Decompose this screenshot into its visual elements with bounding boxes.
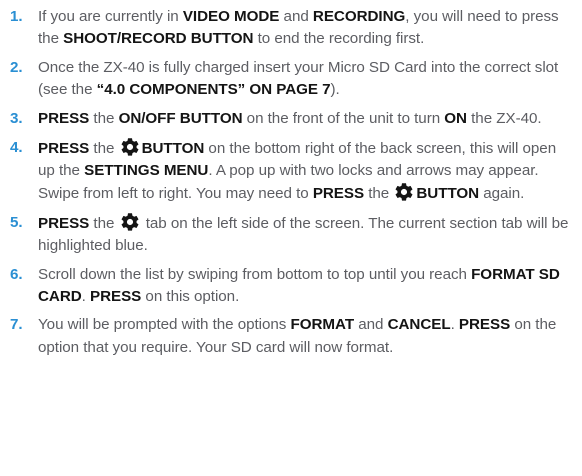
shoot-record-button-term: SHOOT/RECORD BUTTON xyxy=(63,30,254,48)
step-text: If you are currently in VIDEO MODE and R… xyxy=(38,8,559,48)
on-off-button-term: ON/OFF BUTTON xyxy=(118,109,243,127)
step-2: 2. Once the ZX-40 is fully charged inser… xyxy=(10,57,570,101)
cancel-option-term: CANCEL xyxy=(387,316,451,334)
step-text: PRESS the ON/OFF BUTTON on the front of … xyxy=(38,109,542,127)
step-5: 5. PRESS the tab on the left side of the… xyxy=(10,212,570,257)
step-number: 5. xyxy=(10,213,23,231)
gear-icon xyxy=(394,182,414,202)
step-number: 6. xyxy=(10,265,23,283)
press-term: PRESS xyxy=(312,184,365,202)
instructions-page: 1. If you are currently in VIDEO MODE an… xyxy=(0,0,582,476)
step-1: 1. If you are currently in VIDEO MODE an… xyxy=(10,6,570,50)
press-term: PRESS xyxy=(38,214,90,232)
step-number: 2. xyxy=(10,58,23,76)
step-4: 4. PRESS the BUTTON on the bottom right … xyxy=(10,137,570,206)
components-page-reference: “4.0 COMPONENTS” ON PAGE 7 xyxy=(96,81,331,99)
video-mode-term: VIDEO MODE xyxy=(182,8,280,25)
gear-icon xyxy=(120,137,140,157)
step-3: 3. PRESS the ON/OFF BUTTON on the front … xyxy=(10,108,570,130)
step-number: 1. xyxy=(10,8,23,25)
recording-term: RECORDING xyxy=(312,8,406,25)
step-text: Once the ZX-40 is fully charged insert y… xyxy=(38,58,559,99)
settings-button-term: BUTTON xyxy=(141,139,205,157)
on-term: ON xyxy=(444,109,467,127)
gear-icon xyxy=(120,212,140,232)
press-term: PRESS xyxy=(458,316,511,334)
step-7: 7. You will be prompted with the options… xyxy=(10,314,570,358)
press-term: PRESS xyxy=(90,287,142,305)
format-steps-list: 1. If you are currently in VIDEO MODE an… xyxy=(10,6,570,359)
step-number: 7. xyxy=(10,316,23,334)
step-number: 3. xyxy=(10,109,23,127)
step-text: PRESS the tab on the left side of the sc… xyxy=(38,212,569,254)
format-option-term: FORMAT xyxy=(290,316,355,334)
press-term: PRESS xyxy=(38,109,90,127)
settings-button-term: BUTTON xyxy=(416,184,480,202)
step-text: You will be prompted with the options FO… xyxy=(38,316,557,356)
step-text: Scroll down the list by swiping from bot… xyxy=(38,265,560,305)
step-text: PRESS the BUTTON on the bottom right of … xyxy=(38,137,556,202)
press-term: PRESS xyxy=(38,139,90,157)
settings-menu-term: SETTINGS MENU xyxy=(84,161,209,179)
step-number: 4. xyxy=(10,138,23,156)
step-6: 6. Scroll down the list by swiping from … xyxy=(10,264,570,308)
